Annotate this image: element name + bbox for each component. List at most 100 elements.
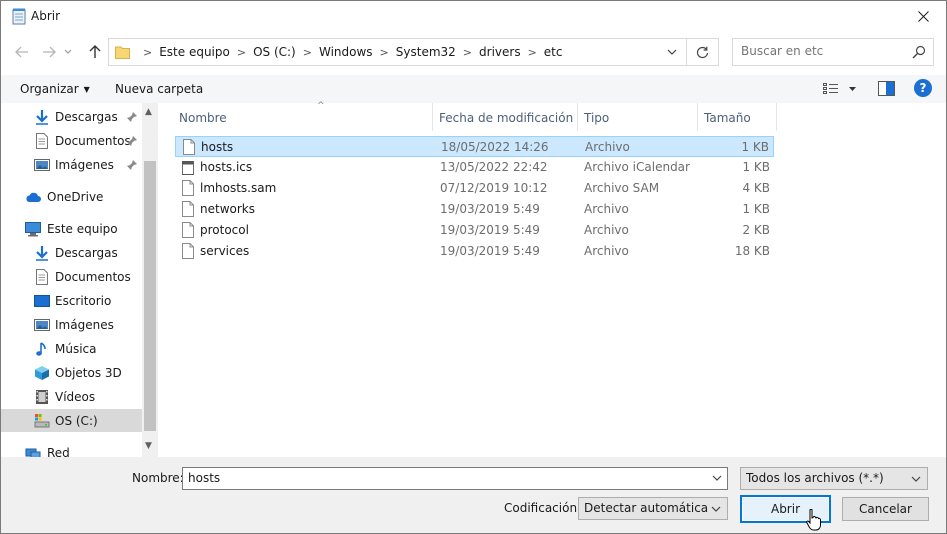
preview-pane-icon[interactable] (878, 81, 895, 96)
breadcrumb-system32[interactable]: System32 (396, 45, 456, 59)
refresh-icon (696, 46, 709, 58)
window-title: Abrir (31, 9, 61, 23)
file-size: 1 KB (742, 160, 770, 174)
encoding-select[interactable]: Detectar automáticamente (578, 497, 728, 520)
desktop-icon (34, 294, 50, 307)
file-row[interactable]: hosts.ics 13/05/2022 22:42 Archivo iCalend… (175, 157, 774, 178)
file-icon (183, 139, 195, 155)
pictures-icon (34, 158, 50, 171)
file-list: ^ Nombre Fecha de modificación Tipo Tama… (158, 101, 946, 457)
chevron-down-icon (711, 506, 721, 512)
nav-label: Descargas (55, 109, 118, 124)
organize-label: Organizar (20, 82, 79, 96)
help-icon[interactable]: ? (914, 79, 932, 97)
new-folder-button[interactable]: Nueva carpeta (115, 82, 203, 96)
chevron-down-icon[interactable] (711, 472, 723, 484)
view-options-icon[interactable] (823, 81, 859, 97)
file-date: 13/05/2022 22:42 (440, 160, 548, 174)
column-header-type[interactable]: Tipo (578, 103, 698, 131)
nav-item-documentos[interactable]: Documentos (1, 265, 142, 288)
recent-locations-button[interactable] (61, 41, 75, 63)
breadcrumb: > Este equipo > OS (C:) > Windows > Syst… (136, 39, 562, 65)
file-date: 07/12/2019 10:12 (440, 181, 548, 195)
nav-item-imagenes[interactable]: Imágenes (1, 313, 142, 336)
scroll-down-icon[interactable]: ▼ (145, 441, 152, 451)
file-date: 19/03/2019 5:49 (440, 244, 540, 258)
breadcrumb-separator-icon[interactable]: > (303, 46, 312, 59)
breadcrumb-etc[interactable]: etc (544, 45, 563, 59)
breadcrumb-separator-icon[interactable]: > (143, 46, 152, 59)
breadcrumb-separator-icon[interactable]: > (380, 46, 389, 59)
dialog-footer: Nombre: hosts Todos los archivos (*.*) C… (1, 457, 946, 533)
nav-item-red[interactable]: Red (1, 441, 142, 457)
breadcrumb-separator-icon[interactable]: > (463, 46, 472, 59)
address-bar[interactable]: > Este equipo > OS (C:) > Windows > Syst… (108, 38, 687, 66)
column-header-date[interactable]: Fecha de modificación (434, 103, 578, 131)
mouse-pointer-hand-icon (806, 509, 821, 531)
breadcrumb-windows[interactable]: Windows (319, 45, 373, 59)
encoding-value: Detectar automáticamente (584, 501, 709, 515)
file-date: 18/05/2022 14:26 (441, 140, 549, 154)
nav-item-objetos-3d[interactable]: Objetos 3D (1, 361, 142, 384)
file-row[interactable]: hosts 18/05/2022 14:26 Archivo 1 KB (175, 136, 774, 157)
notepad-icon (12, 8, 26, 25)
nav-label: Red (47, 445, 70, 458)
document-icon (36, 132, 48, 149)
nav-item-imagenes-quick[interactable]: Imágenes (1, 153, 142, 176)
file-name: lmhosts.sam (200, 181, 277, 195)
nav-item-musica[interactable]: Música (1, 337, 142, 360)
file-name: services (200, 244, 250, 258)
nav-item-escritorio[interactable]: Escritorio (1, 289, 142, 312)
breadcrumb-separator-icon[interactable]: > (528, 46, 537, 59)
nav-label: Objetos 3D (55, 365, 122, 380)
navigation-scrollbar[interactable]: ▲ ▼ (142, 103, 158, 457)
command-bar: Organizar ▼ Nueva carpeta ? (1, 75, 946, 103)
breadcrumb-os-c[interactable]: OS (C:) (253, 45, 296, 59)
up-button[interactable] (84, 41, 106, 63)
download-icon (36, 245, 48, 261)
refresh-button[interactable] (687, 38, 719, 66)
breadcrumb-separator-icon[interactable]: > (237, 46, 246, 59)
nav-item-descargas-quick[interactable]: Descargas (1, 105, 142, 128)
scroll-up-icon[interactable]: ▲ (145, 107, 152, 117)
onedrive-cloud-icon (26, 192, 41, 202)
file-row[interactable]: protocol 19/03/2019 5:49 Archivo 2 KB (175, 220, 774, 241)
file-name: hosts.ics (200, 160, 253, 174)
nav-item-documentos-quick[interactable]: Documentos (1, 129, 142, 152)
file-icon (182, 180, 194, 196)
file-type-select[interactable]: Todos los archivos (*.*) (740, 467, 928, 490)
filename-input[interactable]: hosts (182, 467, 728, 490)
nav-item-onedrive[interactable]: OneDrive (1, 185, 142, 208)
breadcrumb-drivers[interactable]: drivers (479, 45, 521, 59)
nav-item-descargas[interactable]: Descargas (1, 241, 142, 264)
nav-item-videos[interactable]: Vídeos (1, 385, 142, 408)
column-header-name[interactable]: ^ Nombre (175, 101, 433, 131)
organize-menu-button[interactable]: Organizar ▼ (20, 82, 90, 96)
forward-button[interactable] (38, 41, 60, 63)
calendar-file-icon (182, 161, 194, 175)
file-size: 2 KB (742, 223, 770, 237)
nav-item-os-c[interactable]: OS (C:) (1, 409, 142, 432)
close-icon (917, 11, 929, 22)
chevron-down-icon[interactable] (666, 46, 678, 58)
pin-icon[interactable] (126, 159, 138, 171)
breadcrumb-este-equipo[interactable]: Este equipo (159, 45, 230, 59)
document-icon (36, 268, 48, 285)
scrollbar-thumb[interactable] (144, 161, 156, 431)
back-button[interactable] (11, 41, 33, 63)
search-icon[interactable] (912, 45, 926, 59)
search-box[interactable] (732, 38, 934, 66)
nav-label: Imágenes (55, 157, 114, 172)
search-input[interactable] (741, 44, 901, 58)
close-button[interactable] (900, 1, 946, 32)
file-size: 1 KB (742, 202, 770, 216)
file-row[interactable]: networks 19/03/2019 5:49 Archivo 1 KB (175, 199, 774, 220)
file-row[interactable]: lmhosts.sam 07/12/2019 10:12 Archivo SAM 4 … (175, 178, 774, 199)
file-row[interactable]: services 19/03/2019 5:49 Archivo 18 KB (175, 241, 774, 262)
pin-icon[interactable] (126, 135, 138, 147)
cancel-button[interactable]: Cancelar (842, 497, 929, 521)
file-date: 19/03/2019 5:49 (440, 223, 540, 237)
pin-icon[interactable] (126, 111, 138, 123)
nav-item-este-equipo[interactable]: Este equipo (1, 217, 142, 240)
column-header-size[interactable]: Tamaño (698, 103, 777, 131)
